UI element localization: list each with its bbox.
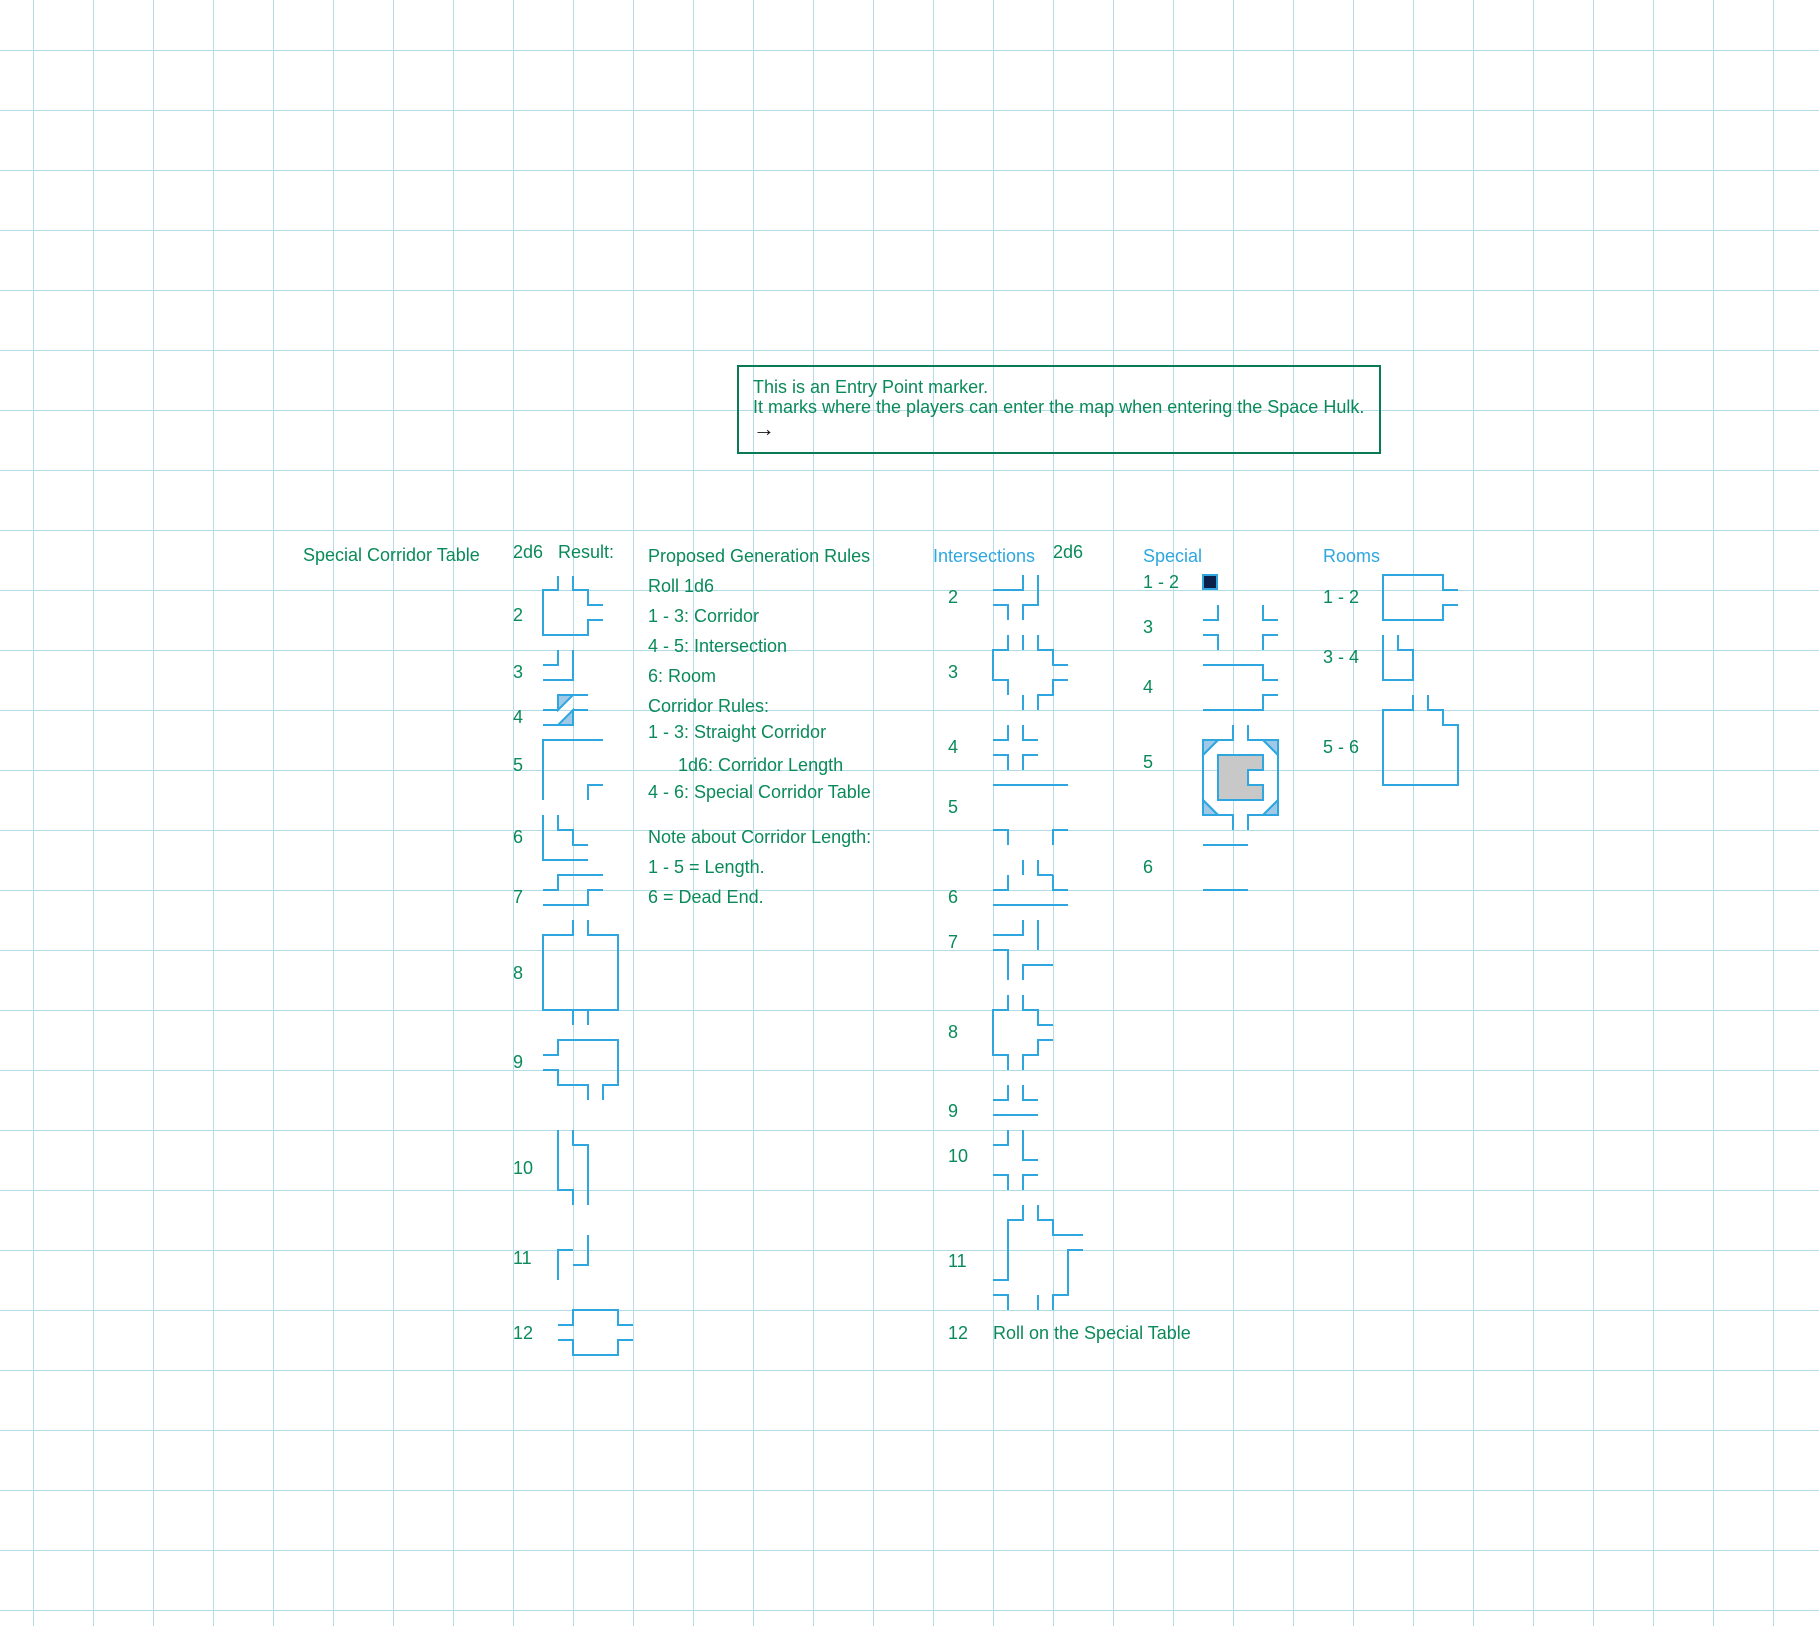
intersection-tile-11 (993, 1205, 1083, 1310)
intersection-tile-5 (993, 784, 1068, 845)
special-tile-5 (1202, 725, 1279, 830)
intersection-tile-4 (993, 725, 1038, 770)
room-tile-5-6 (1382, 695, 1459, 786)
special-tile-4 (1203, 664, 1278, 711)
corridor-tile-4 (543, 694, 588, 726)
corridor-tile-7 (543, 874, 603, 906)
corridor-tile-9 (543, 1039, 619, 1100)
corridor-tile-2 (542, 576, 603, 636)
intersection-tile-3 (992, 635, 1068, 710)
corridor-tile-10 (557, 1130, 589, 1205)
intersection-tile-7 (993, 920, 1053, 980)
special-tile-3 (1203, 605, 1278, 650)
intersection-tile-8 (992, 995, 1053, 1070)
intersection-tile-6 (993, 860, 1068, 906)
tile-drawings (542, 574, 1459, 1356)
room-tile-1-2 (1382, 574, 1458, 621)
intersection-tile-2 (993, 575, 1039, 620)
corridor-tile-11 (557, 1235, 589, 1280)
corridor-tile-6 (542, 815, 588, 861)
corridor-tile-12 (558, 1309, 633, 1356)
special-tile-6 (1203, 844, 1248, 891)
intersection-tile-9 (993, 1085, 1038, 1116)
corridor-tile-8 (542, 920, 619, 1025)
intersection-tile-10 (993, 1130, 1038, 1190)
room-tile-3-4 (1382, 635, 1414, 681)
corridor-tile-3 (543, 650, 574, 681)
corridor-tile-5 (542, 739, 603, 800)
special-tile-1-2 (1202, 574, 1218, 590)
